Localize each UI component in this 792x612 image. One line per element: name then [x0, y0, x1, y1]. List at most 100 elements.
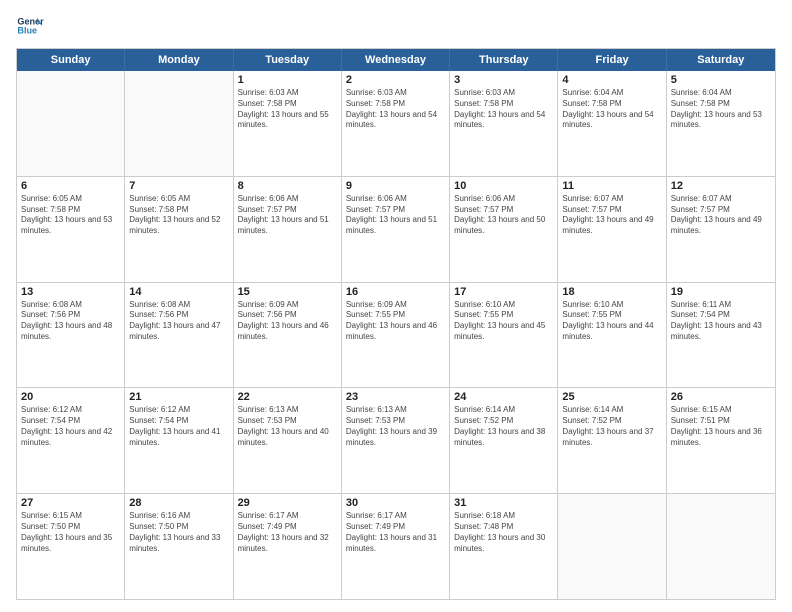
- weekday-header: Tuesday: [234, 49, 342, 71]
- day-number: 7: [129, 180, 228, 192]
- cell-info: Sunrise: 6:18 AM Sunset: 7:48 PM Dayligh…: [454, 511, 553, 554]
- calendar-cell: 20 Sunrise: 6:12 AM Sunset: 7:54 PM Dayli…: [17, 388, 125, 493]
- calendar-cell: 14 Sunrise: 6:08 AM Sunset: 7:56 PM Dayli…: [125, 283, 233, 388]
- logo: General Blue: [16, 12, 44, 40]
- day-number: 19: [671, 286, 771, 298]
- page-header: General Blue: [16, 12, 776, 40]
- cell-info: Sunrise: 6:06 AM Sunset: 7:57 PM Dayligh…: [454, 194, 553, 237]
- day-number: 10: [454, 180, 553, 192]
- day-number: 12: [671, 180, 771, 192]
- cell-info: Sunrise: 6:03 AM Sunset: 7:58 PM Dayligh…: [346, 88, 445, 131]
- cell-info: Sunrise: 6:15 AM Sunset: 7:50 PM Dayligh…: [21, 511, 120, 554]
- logo-icon: General Blue: [16, 12, 44, 40]
- day-number: 13: [21, 286, 120, 298]
- calendar-cell: 10 Sunrise: 6:06 AM Sunset: 7:57 PM Dayli…: [450, 177, 558, 282]
- cell-info: Sunrise: 6:04 AM Sunset: 7:58 PM Dayligh…: [671, 88, 771, 131]
- weekday-header: Monday: [125, 49, 233, 71]
- calendar-week: 1 Sunrise: 6:03 AM Sunset: 7:58 PM Daylig…: [17, 71, 775, 176]
- weekday-header: Wednesday: [342, 49, 450, 71]
- calendar-cell: 3Sunrise: 6:03 AM Sunset: 7:58 PM Daylig…: [450, 71, 558, 176]
- day-number: 5: [671, 74, 771, 86]
- day-number: 30: [346, 497, 445, 509]
- svg-text:Blue: Blue: [17, 26, 37, 36]
- calendar-cell: 16 Sunrise: 6:09 AM Sunset: 7:55 PM Dayli…: [342, 283, 450, 388]
- calendar: SundayMondayTuesdayWednesdayThursdayFrid…: [16, 48, 776, 600]
- weekday-header: Sunday: [17, 49, 125, 71]
- cell-info: Sunrise: 6:11 AM Sunset: 7:54 PM Dayligh…: [671, 300, 771, 343]
- day-number: 16: [346, 286, 445, 298]
- calendar-cell: 11Sunrise: 6:07 AM Sunset: 7:57 PM Dayli…: [558, 177, 666, 282]
- day-number: 17: [454, 286, 553, 298]
- day-number: 26: [671, 391, 771, 403]
- cell-info: Sunrise: 6:12 AM Sunset: 7:54 PM Dayligh…: [129, 405, 228, 448]
- calendar-cell: 17 Sunrise: 6:10 AM Sunset: 7:55 PM Dayli…: [450, 283, 558, 388]
- day-number: 29: [238, 497, 337, 509]
- cell-info: Sunrise: 6:05 AM Sunset: 7:58 PM Dayligh…: [129, 194, 228, 237]
- cell-info: Sunrise: 6:12 AM Sunset: 7:54 PM Dayligh…: [21, 405, 120, 448]
- day-number: 4: [562, 74, 661, 86]
- cell-info: Sunrise: 6:07 AM Sunset: 7:57 PM Dayligh…: [671, 194, 771, 237]
- day-number: 28: [129, 497, 228, 509]
- cell-info: Sunrise: 6:03 AM Sunset: 7:58 PM Dayligh…: [454, 88, 553, 131]
- calendar-cell: 19 Sunrise: 6:11 AM Sunset: 7:54 PM Dayli…: [667, 283, 775, 388]
- weekday-header: Friday: [558, 49, 666, 71]
- cell-info: Sunrise: 6:10 AM Sunset: 7:55 PM Dayligh…: [562, 300, 661, 343]
- cell-info: Sunrise: 6:17 AM Sunset: 7:49 PM Dayligh…: [238, 511, 337, 554]
- weekday-header: Thursday: [450, 49, 558, 71]
- day-number: 24: [454, 391, 553, 403]
- day-number: 25: [562, 391, 661, 403]
- calendar-cell: 25Sunrise: 6:14 AM Sunset: 7:52 PM Dayli…: [558, 388, 666, 493]
- calendar-cell: 22Sunrise: 6:13 AM Sunset: 7:53 PM Dayli…: [234, 388, 342, 493]
- calendar-cell: 1 Sunrise: 6:03 AM Sunset: 7:58 PM Daylig…: [234, 71, 342, 176]
- cell-info: Sunrise: 6:06 AM Sunset: 7:57 PM Dayligh…: [346, 194, 445, 237]
- day-number: 21: [129, 391, 228, 403]
- calendar-cell: 31 Sunrise: 6:18 AM Sunset: 7:48 PM Dayli…: [450, 494, 558, 599]
- cell-info: Sunrise: 6:15 AM Sunset: 7:51 PM Dayligh…: [671, 405, 771, 448]
- calendar-week: 20 Sunrise: 6:12 AM Sunset: 7:54 PM Dayli…: [17, 387, 775, 493]
- calendar-cell: 24 Sunrise: 6:14 AM Sunset: 7:52 PM Dayli…: [450, 388, 558, 493]
- day-number: 20: [21, 391, 120, 403]
- day-number: 22: [238, 391, 337, 403]
- calendar-week: 13 Sunrise: 6:08 AM Sunset: 7:56 PM Dayli…: [17, 282, 775, 388]
- cell-info: Sunrise: 6:14 AM Sunset: 7:52 PM Dayligh…: [454, 405, 553, 448]
- calendar-cell: [558, 494, 666, 599]
- calendar-cell: [17, 71, 125, 176]
- calendar-cell: 29 Sunrise: 6:17 AM Sunset: 7:49 PM Dayli…: [234, 494, 342, 599]
- calendar-cell: 2Sunrise: 6:03 AM Sunset: 7:58 PM Daylig…: [342, 71, 450, 176]
- cell-info: Sunrise: 6:09 AM Sunset: 7:55 PM Dayligh…: [346, 300, 445, 343]
- cell-info: Sunrise: 6:10 AM Sunset: 7:55 PM Dayligh…: [454, 300, 553, 343]
- calendar-cell: 30 Sunrise: 6:17 AM Sunset: 7:49 PM Dayli…: [342, 494, 450, 599]
- calendar-cell: 18Sunrise: 6:10 AM Sunset: 7:55 PM Dayli…: [558, 283, 666, 388]
- calendar-cell: 4 Sunrise: 6:04 AM Sunset: 7:58 PM Daylig…: [558, 71, 666, 176]
- day-number: 1: [238, 74, 337, 86]
- calendar-cell: 26 Sunrise: 6:15 AM Sunset: 7:51 PM Dayli…: [667, 388, 775, 493]
- cell-info: Sunrise: 6:07 AM Sunset: 7:57 PM Dayligh…: [562, 194, 661, 237]
- cell-info: Sunrise: 6:17 AM Sunset: 7:49 PM Dayligh…: [346, 511, 445, 554]
- calendar-cell: 9 Sunrise: 6:06 AM Sunset: 7:57 PM Daylig…: [342, 177, 450, 282]
- calendar-cell: 12 Sunrise: 6:07 AM Sunset: 7:57 PM Dayli…: [667, 177, 775, 282]
- cell-info: Sunrise: 6:16 AM Sunset: 7:50 PM Dayligh…: [129, 511, 228, 554]
- day-number: 31: [454, 497, 553, 509]
- calendar-cell: 28 Sunrise: 6:16 AM Sunset: 7:50 PM Dayli…: [125, 494, 233, 599]
- calendar-cell: 6Sunrise: 6:05 AM Sunset: 7:58 PM Daylig…: [17, 177, 125, 282]
- cell-info: Sunrise: 6:08 AM Sunset: 7:56 PM Dayligh…: [129, 300, 228, 343]
- calendar-cell: 27Sunrise: 6:15 AM Sunset: 7:50 PM Dayli…: [17, 494, 125, 599]
- day-number: 8: [238, 180, 337, 192]
- day-number: 23: [346, 391, 445, 403]
- calendar-cell: [125, 71, 233, 176]
- cell-info: Sunrise: 6:04 AM Sunset: 7:58 PM Dayligh…: [562, 88, 661, 131]
- weekday-header: Saturday: [667, 49, 775, 71]
- calendar-cell: [667, 494, 775, 599]
- calendar-cell: 8 Sunrise: 6:06 AM Sunset: 7:57 PM Daylig…: [234, 177, 342, 282]
- day-number: 14: [129, 286, 228, 298]
- cell-info: Sunrise: 6:03 AM Sunset: 7:58 PM Dayligh…: [238, 88, 337, 131]
- calendar-body: 1 Sunrise: 6:03 AM Sunset: 7:58 PM Daylig…: [17, 71, 775, 599]
- cell-info: Sunrise: 6:13 AM Sunset: 7:53 PM Dayligh…: [346, 405, 445, 448]
- calendar-cell: 5 Sunrise: 6:04 AM Sunset: 7:58 PM Daylig…: [667, 71, 775, 176]
- calendar-cell: 7 Sunrise: 6:05 AM Sunset: 7:58 PM Daylig…: [125, 177, 233, 282]
- day-number: 9: [346, 180, 445, 192]
- cell-info: Sunrise: 6:05 AM Sunset: 7:58 PM Dayligh…: [21, 194, 120, 237]
- cell-info: Sunrise: 6:06 AM Sunset: 7:57 PM Dayligh…: [238, 194, 337, 237]
- calendar-cell: 13Sunrise: 6:08 AM Sunset: 7:56 PM Dayli…: [17, 283, 125, 388]
- calendar-header: SundayMondayTuesdayWednesdayThursdayFrid…: [17, 49, 775, 71]
